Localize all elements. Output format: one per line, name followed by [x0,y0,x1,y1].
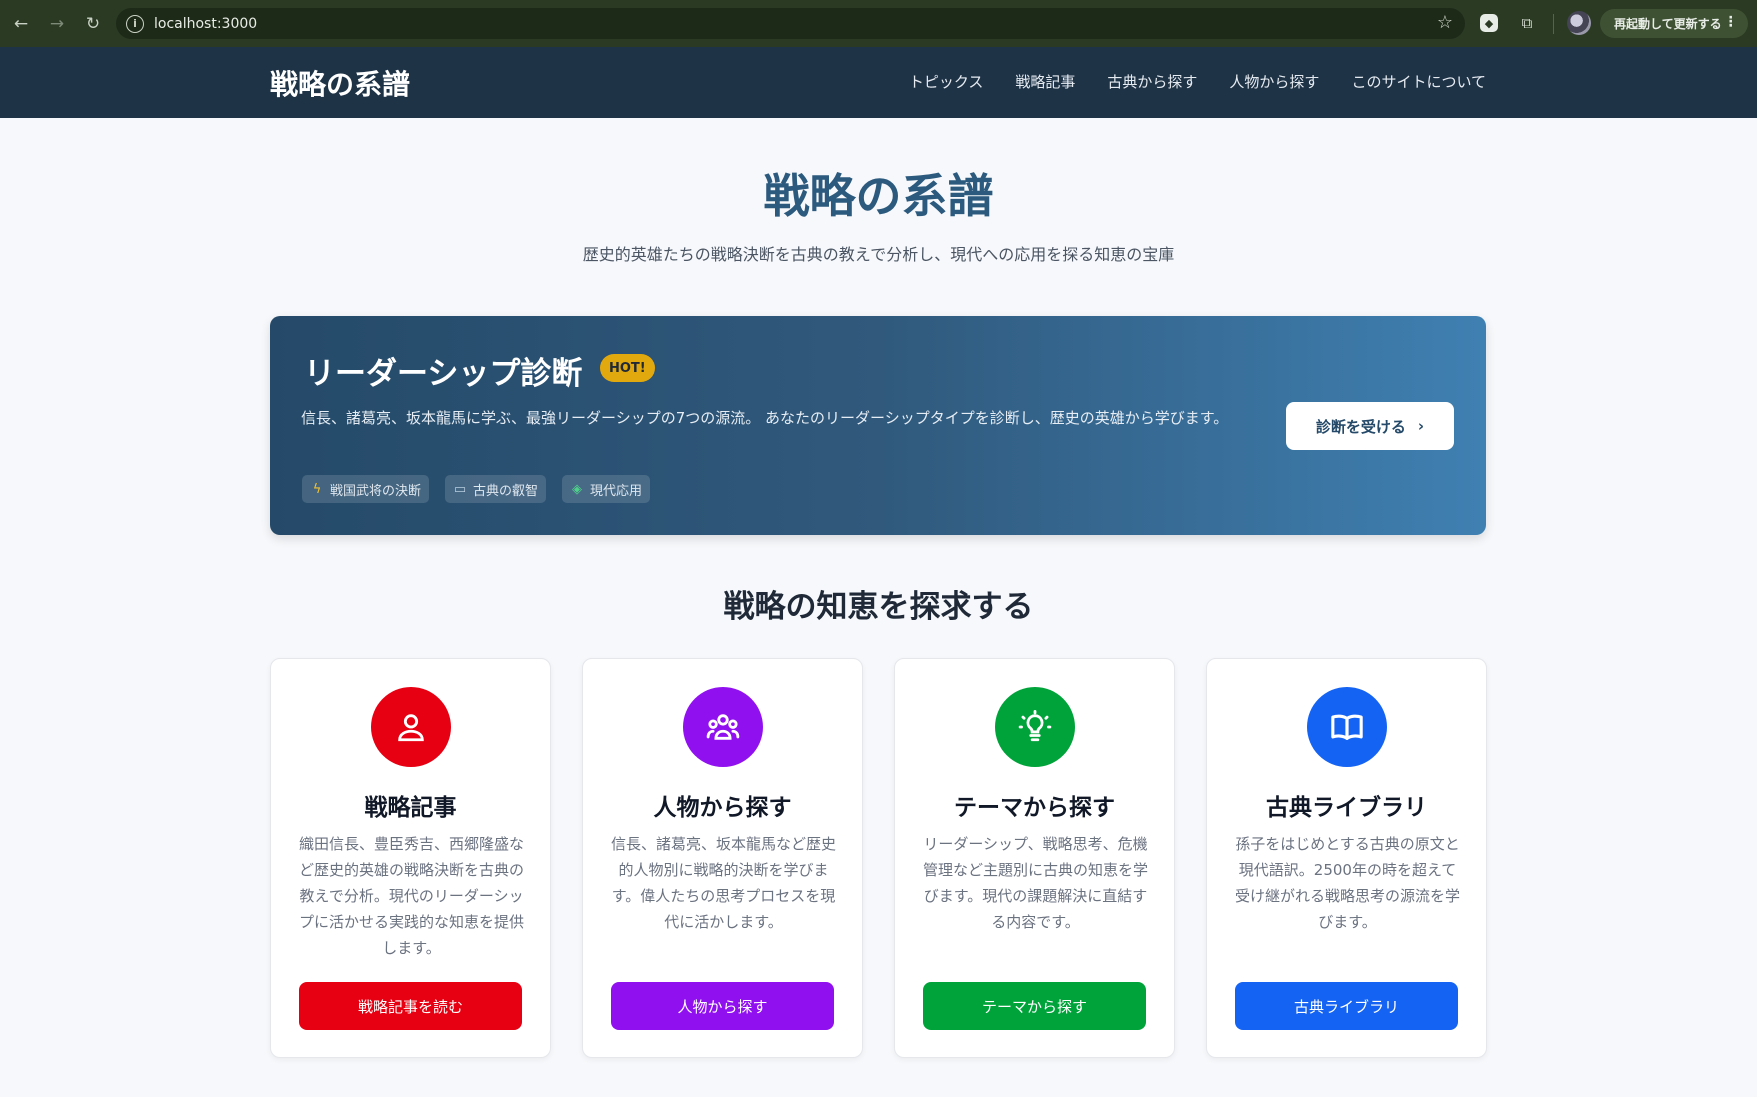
card-title: 戦略記事 [364,795,457,821]
card-description: 孫子をはじめとする古典の原文と現代語訳。2500年の時を超えて受け継がれる戦略思… [1234,835,1460,931]
hot-badge: HOT! [600,354,655,382]
tag-modern: ◈ 現代応用 [562,475,651,503]
nav-people[interactable]: 人物から探す [1229,71,1319,92]
book-icon [1331,714,1363,740]
hero-title: 戦略の系譜 [763,169,994,223]
card-people: 人物から探す 信長、諸葛亮、坂本龍馬など歴史的人物別に戦略的決断を学びます。偉人… [582,658,863,1058]
chevron-right-icon: › [1417,417,1425,435]
feature-cards: 戦略記事 織田信長、豊臣秀吉、西郷隆盛など歴史的英雄の戦略決断を古典の教えで分析… [270,658,1487,1058]
section-title: 戦略の知恵を探求する [723,589,1034,625]
url-text[interactable]: localhost:3000 [154,16,257,32]
nav-articles[interactable]: 戦略記事 [1015,71,1075,92]
forward-icon[interactable]: → [42,9,72,39]
more-menu-icon[interactable]: ⋮ [1724,14,1738,30]
card-description: リーダーシップ、戦略思考、危機管理など主題別に古典の知恵を学びます。現代の課題解… [922,835,1148,931]
card-icon-circle [1307,687,1387,767]
card-themes: テーマから探す リーダーシップ、戦略思考、危機管理など主題別に古典の知恵を学びま… [894,658,1175,1058]
leadership-diagnosis-banner: リーダーシップ診断 HOT! 信長、諸葛亮、坂本龍馬に学ぶ、最強リーダーシップの… [270,316,1486,535]
nav-classics[interactable]: 古典から探す [1107,71,1197,92]
leaf-icon: ◈ [572,481,583,497]
card-description: 信長、諸葛亮、坂本龍馬など歴史的人物別に戦略的決断を学びます。偉人たちの思考プロ… [610,835,836,931]
toolbar-divider [1553,14,1554,34]
extension-icon[interactable]: ◆ [1480,14,1498,32]
read-articles-button[interactable]: 戦略記事を読む [299,982,522,1030]
browse-people-button[interactable]: 人物から探す [611,982,834,1030]
users-icon [706,714,740,740]
back-icon[interactable]: ← [6,9,36,39]
hero-subtitle: 歴史的英雄たちの戦略決断を古典の教えで分析し、現代への応用を探る知恵の宝庫 [582,245,1175,264]
card-icon-circle [995,687,1075,767]
card-strategy-articles: 戦略記事 織田信長、豊臣秀吉、西郷隆盛など歴史的英雄の戦略決断を古典の教えで分析… [270,658,551,1058]
nav-topics[interactable]: トピックス [909,71,984,92]
card-classics-library: 古典ライブラリ 孫子をはじめとする古典の原文と現代語訳。2500年の時を超えて受… [1206,658,1487,1058]
tag-classics: ▭ 古典の叡智 [445,475,547,503]
lightbulb-icon [1018,710,1052,742]
main-nav: トピックス 戦略記事 古典から探す 人物から探す このサイトについて [909,71,1486,92]
tag-label: 古典の叡智 [473,483,539,499]
browse-themes-button[interactable]: テーマから探す [923,982,1146,1030]
take-diagnosis-label: 診断を受ける [1315,417,1406,436]
take-diagnosis-button[interactable]: 診断を受ける › [1286,402,1454,450]
card-description: 織田信長、豊臣秀吉、西郷隆盛など歴史的英雄の戦略決断を古典の教えで分析。現代のリ… [298,835,524,957]
address-bar[interactable]: i localhost:3000 ☆ [116,8,1465,39]
profile-avatar[interactable] [1567,11,1591,35]
banner-description: 信長、諸葛亮、坂本龍馬に学ぶ、最強リーダーシップの7つの源流。 あなたのリーダー… [301,409,1229,427]
tag-sengoku: ϟ 戦国武将の決断 [302,475,430,503]
user-icon [398,714,424,742]
card-title: 古典ライブラリ [1266,795,1427,821]
extensions-puzzle-icon[interactable]: ⧉ [1516,12,1538,34]
site-header: 戦略の系譜 トピックス 戦略記事 古典から探す 人物から探す このサイトについて [0,47,1757,118]
card-title: テーマから探す [954,795,1115,821]
tag-label: 戦国武将の決断 [330,483,422,499]
lightning-icon: ϟ [312,481,322,497]
site-info-icon[interactable]: i [126,14,144,33]
bookmark-star-icon[interactable]: ☆ [1437,12,1453,33]
restart-update-button[interactable]: 再起動して更新する ⋮ [1600,9,1748,38]
banner-title: リーダーシップ診断 [304,356,583,392]
nav-about[interactable]: このサイトについて [1351,71,1486,92]
card-title: 人物から探す [653,795,792,821]
tag-label: 現代応用 [590,483,643,499]
banner-tags: ϟ 戦国武将の決断 ▭ 古典の叡智 ◈ 現代応用 [302,475,651,503]
restart-update-label: 再起動して更新する [1614,17,1722,31]
reload-icon[interactable]: ↻ [78,9,108,39]
card-icon-circle [683,687,763,767]
card-icon-circle [371,687,451,767]
classics-library-button[interactable]: 古典ライブラリ [1235,982,1458,1030]
browser-toolbar: ← → ↻ i localhost:3000 ☆ ◆ ⧉ 再起動して更新する ⋮ [0,0,1757,47]
site-logo[interactable]: 戦略の系譜 [270,63,410,103]
open-book-icon: ▭ [453,481,467,497]
